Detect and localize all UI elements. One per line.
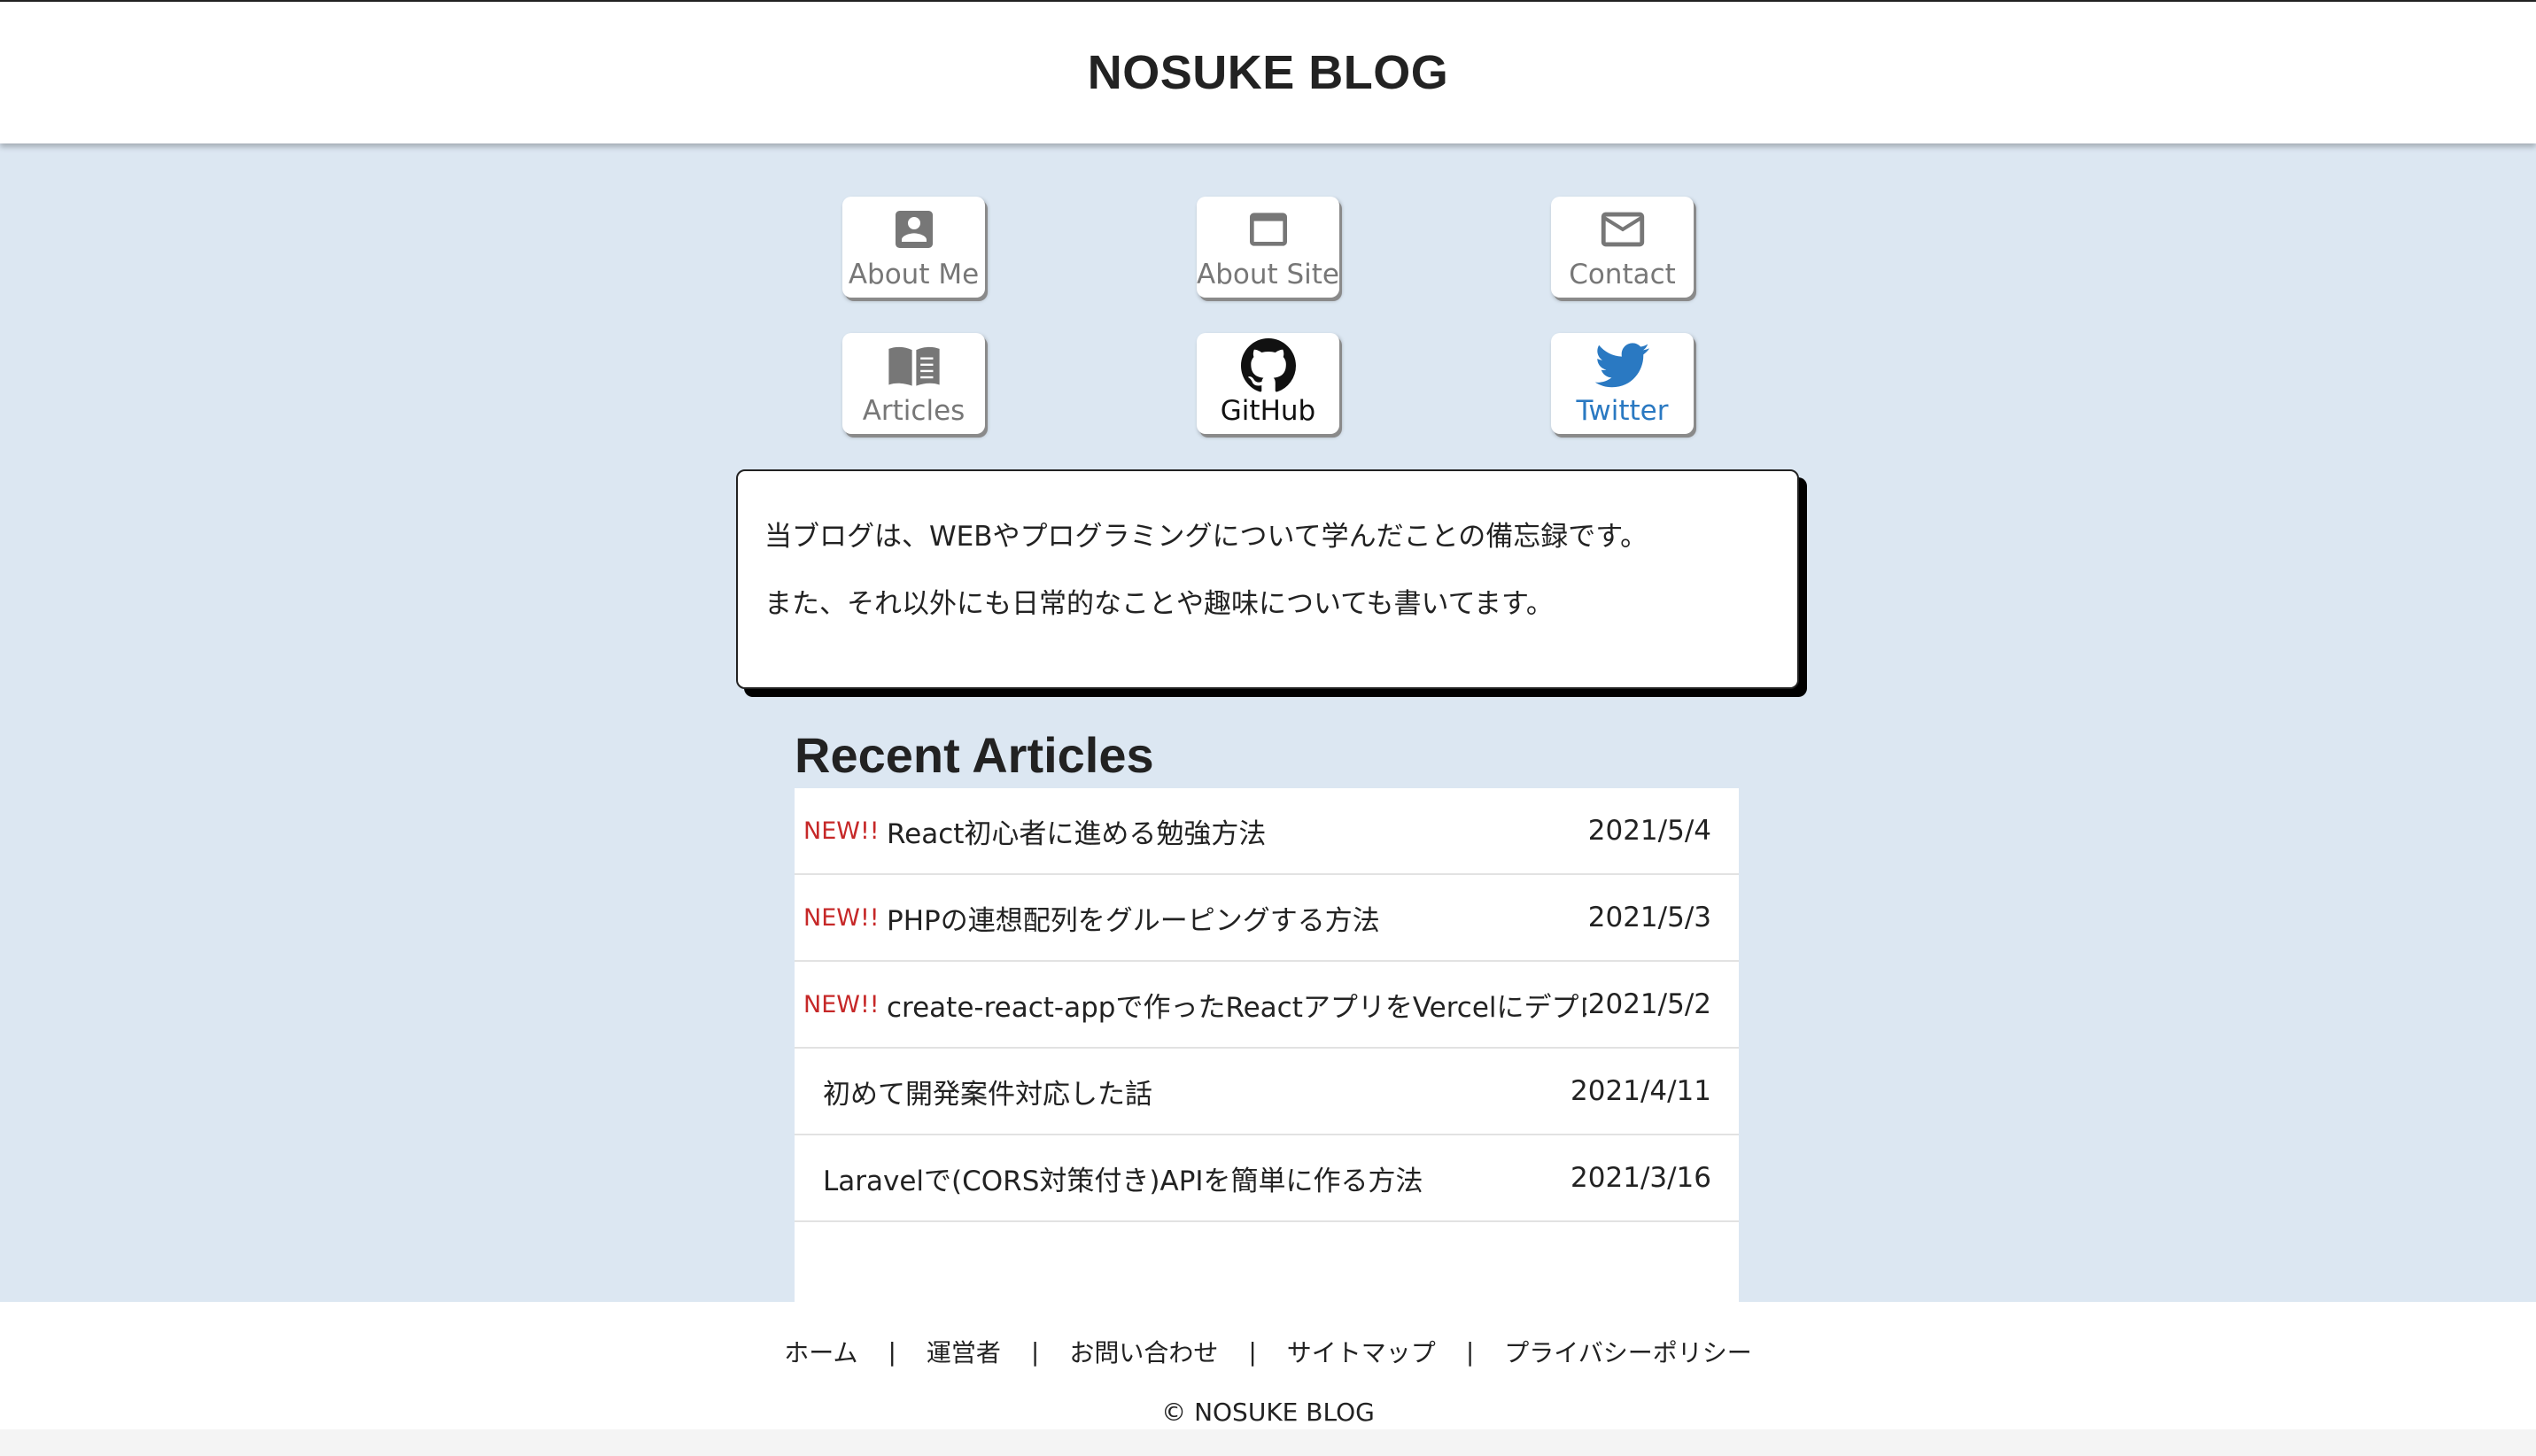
articles-button[interactable]: Articles	[842, 333, 985, 434]
github-button[interactable]: GitHub	[1197, 333, 1339, 434]
footer-separator: |	[1030, 1336, 1040, 1367]
footer-link-privacy[interactable]: プライバシーポリシー	[1504, 1334, 1751, 1369]
footer-link-sitemap[interactable]: サイトマップ	[1287, 1334, 1436, 1369]
article-date: 2021/4/11	[1569, 1075, 1711, 1107]
article-title[interactable]: React初心者に進める勉強方法	[887, 811, 1266, 851]
footer-separator: |	[888, 1336, 896, 1367]
about-site-button[interactable]: About Site	[1197, 197, 1339, 298]
page: NOSUKE BLOG About Me About Site Contact	[0, 0, 2536, 1456]
articles-label: Articles	[862, 395, 966, 427]
footer-separator: |	[1248, 1336, 1257, 1367]
about-site-label: About Site	[1196, 259, 1340, 290]
contact-button[interactable]: Contact	[1551, 197, 1694, 298]
about-me-button[interactable]: About Me	[842, 197, 985, 298]
footer-nav: ホーム | 運営者 | お問い合わせ | サイトマップ | プライバシーポリシー	[0, 1334, 2536, 1369]
article-row[interactable]: NEW!! PHPの連想配列をグルーピングする方法 2021/5/3	[795, 875, 1739, 962]
person-icon	[887, 202, 942, 257]
book-icon	[887, 338, 942, 393]
twitter-label: Twitter	[1576, 395, 1669, 427]
article-date: 2021/5/2	[1586, 988, 1711, 1020]
about-me-label: About Me	[848, 259, 980, 290]
site-title[interactable]: NOSUKE BLOG	[1088, 45, 1449, 100]
recent-articles-heading: Recent Articles	[795, 727, 1154, 783]
main-area: About Me About Site Contact Articles Git…	[0, 143, 2536, 1392]
article-date: 2021/5/4	[1586, 815, 1711, 847]
article-title[interactable]: Laravelで(CORS対策付き)APIを簡単に作る方法	[823, 1158, 1423, 1198]
contact-label: Contact	[1569, 259, 1676, 290]
footer-link-operator[interactable]: 運営者	[927, 1334, 1001, 1369]
article-title[interactable]: PHPの連想配列をグルーピングする方法	[887, 898, 1380, 938]
twitter-button[interactable]: Twitter	[1551, 333, 1694, 434]
article-row[interactable]: NEW!! React初心者に進める勉強方法 2021/5/4	[795, 788, 1739, 875]
twitter-icon	[1594, 338, 1650, 393]
github-icon	[1240, 338, 1296, 393]
intro-card: 当ブログは、WEBやプログラミングについて学んだことの備忘録です。 また、それ以…	[736, 469, 1799, 689]
article-title[interactable]: create-react-appで作ったReactアプリをVercelにデプロイ	[887, 985, 1634, 1025]
github-label: GitHub	[1220, 395, 1316, 427]
new-badge: NEW!!	[803, 990, 880, 1018]
bottom-strip	[0, 1429, 2536, 1456]
footer-link-home[interactable]: ホーム	[784, 1334, 857, 1369]
site-header: NOSUKE BLOG	[0, 2, 2536, 143]
article-row[interactable]: Laravelで(CORS対策付き)APIを簡単に作る方法 2021/3/16	[795, 1135, 1739, 1222]
footer-link-contact[interactable]: お問い合わせ	[1069, 1334, 1218, 1369]
intro-text-2: また、それ以外にも日常的なことや趣味についても書いてます。	[764, 588, 1554, 620]
new-badge: NEW!!	[803, 903, 880, 932]
article-title[interactable]: 初めて開発案件対応した話	[823, 1072, 1152, 1111]
article-row[interactable]: NEW!! create-react-appで作ったReactアプリをVerce…	[795, 962, 1739, 1049]
mail-icon	[1595, 202, 1650, 257]
intro-text-1: 当ブログは、WEBやプログラミングについて学んだことの備忘録です。	[764, 521, 1648, 553]
article-date: 2021/5/3	[1586, 902, 1711, 933]
article-date: 2021/3/16	[1569, 1162, 1711, 1194]
article-row[interactable]: 初めて開発案件対応した話 2021/4/11	[795, 1049, 1739, 1135]
window-icon	[1241, 202, 1296, 257]
copyright: © NOSUKE BLOG	[1161, 1398, 1375, 1427]
footer-separator: |	[1465, 1336, 1475, 1367]
new-badge: NEW!!	[803, 817, 880, 845]
